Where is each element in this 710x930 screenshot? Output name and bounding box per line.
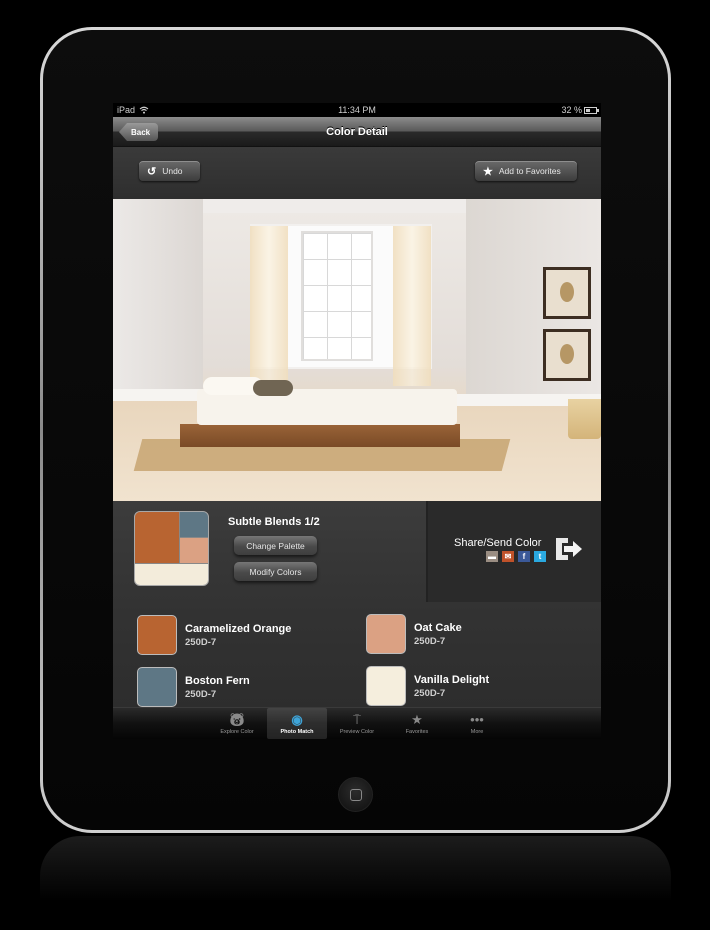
status-time: 11:34 PM	[338, 105, 376, 115]
wall-art	[543, 267, 591, 319]
share-label: Share/Send Color	[454, 537, 542, 549]
undo-label: Undo	[162, 166, 183, 176]
star-icon: ★	[483, 165, 493, 178]
add-to-favorites-button[interactable]: ★ Add to Favorites	[475, 161, 577, 181]
color-swatch	[366, 614, 406, 654]
paint-roller-icon: ⍑	[353, 711, 361, 727]
bear-icon: 🐻︎	[228, 711, 246, 727]
basket	[568, 399, 601, 439]
navigation-bar: Back Color Detail	[113, 117, 601, 147]
back-button[interactable]: Back	[119, 123, 159, 141]
color-name: Boston Fern	[185, 674, 250, 687]
color-code: 250D-7	[414, 635, 446, 647]
action-toolbar: ↺ Undo ★ Add to Favorites	[113, 147, 601, 199]
room-photo[interactable]	[113, 199, 601, 501]
add-to-favorites-label: Add to Favorites	[498, 166, 561, 176]
undo-button[interactable]: ↺ Undo	[139, 161, 200, 181]
palette-swatch	[180, 538, 208, 563]
share-send-icon[interactable]	[554, 536, 584, 562]
home-button[interactable]	[338, 777, 373, 812]
color-name: Caramelized Orange	[185, 622, 292, 635]
palette-swatch	[135, 564, 208, 585]
curtain	[250, 226, 288, 386]
message-icon[interactable]: ▬	[486, 551, 498, 562]
device-reflection	[40, 836, 671, 930]
curtain	[393, 226, 431, 386]
tab-photo-match[interactable]: ◉ Photo Match	[267, 708, 327, 739]
tab-bar: 🐻︎ Explore Color ◉ Photo Match ⍑ Preview Co…	[113, 707, 601, 739]
palette-section: Subtle Blends 1/2 Change Palette Modify …	[113, 501, 601, 602]
palette-panel: Subtle Blends 1/2 Change Palette Modify …	[113, 501, 428, 602]
app-screen: iPad 11:34 PM 32 % Back Color Detail ↺ U…	[113, 103, 601, 739]
tab-more[interactable]: ••• More	[447, 708, 507, 739]
undo-icon: ↺	[147, 165, 157, 178]
modify-colors-button[interactable]: Modify Colors	[234, 562, 317, 581]
facebook-icon[interactable]: f	[518, 551, 530, 562]
color-code: 250D-7	[185, 636, 217, 648]
status-bar: iPad 11:34 PM 32 %	[113, 103, 601, 117]
color-swatch	[366, 666, 406, 706]
palette-swatch	[180, 512, 208, 537]
wall-art	[543, 329, 591, 381]
color-item[interactable]: Oat Cake 250D-7	[366, 614, 462, 654]
battery-icon	[584, 106, 599, 114]
color-swatch	[137, 667, 177, 707]
color-swatch	[137, 615, 177, 655]
color-code: 250D-7	[185, 688, 217, 700]
color-item[interactable]: Caramelized Orange 250D-7	[137, 615, 291, 655]
more-dots-icon: •••	[470, 711, 484, 727]
wifi-icon	[139, 106, 149, 114]
twitter-icon[interactable]: t	[534, 551, 546, 562]
color-item[interactable]: Boston Fern 250D-7	[137, 667, 250, 707]
page-title: Color Detail	[326, 125, 388, 138]
palette-title: Subtle Blends 1/2	[228, 516, 320, 528]
palette-preview[interactable]	[134, 511, 209, 586]
tab-preview-color[interactable]: ⍑ Preview Color	[327, 708, 387, 739]
camera-icon: ◉	[291, 711, 303, 727]
star-icon: ★	[411, 711, 423, 727]
color-item[interactable]: Vanilla Delight 250D-7	[366, 666, 489, 706]
device-name: iPad	[117, 105, 136, 115]
color-name: Vanilla Delight	[414, 673, 490, 686]
color-code: 250D-7	[414, 687, 446, 699]
email-icon[interactable]: ✉	[502, 551, 514, 562]
color-name: Oat Cake	[414, 621, 462, 634]
change-palette-button[interactable]: Change Palette	[234, 536, 317, 555]
bed	[180, 424, 460, 447]
share-panel: Share/Send Color ▬ ✉ f t	[428, 501, 601, 602]
home-square-icon	[350, 789, 362, 801]
palette-swatch	[135, 512, 179, 563]
tab-explore-color[interactable]: 🐻︎ Explore Color	[207, 708, 267, 739]
tab-favorites[interactable]: ★ Favorites	[387, 708, 447, 739]
battery-percent: 32 %	[561, 105, 582, 115]
